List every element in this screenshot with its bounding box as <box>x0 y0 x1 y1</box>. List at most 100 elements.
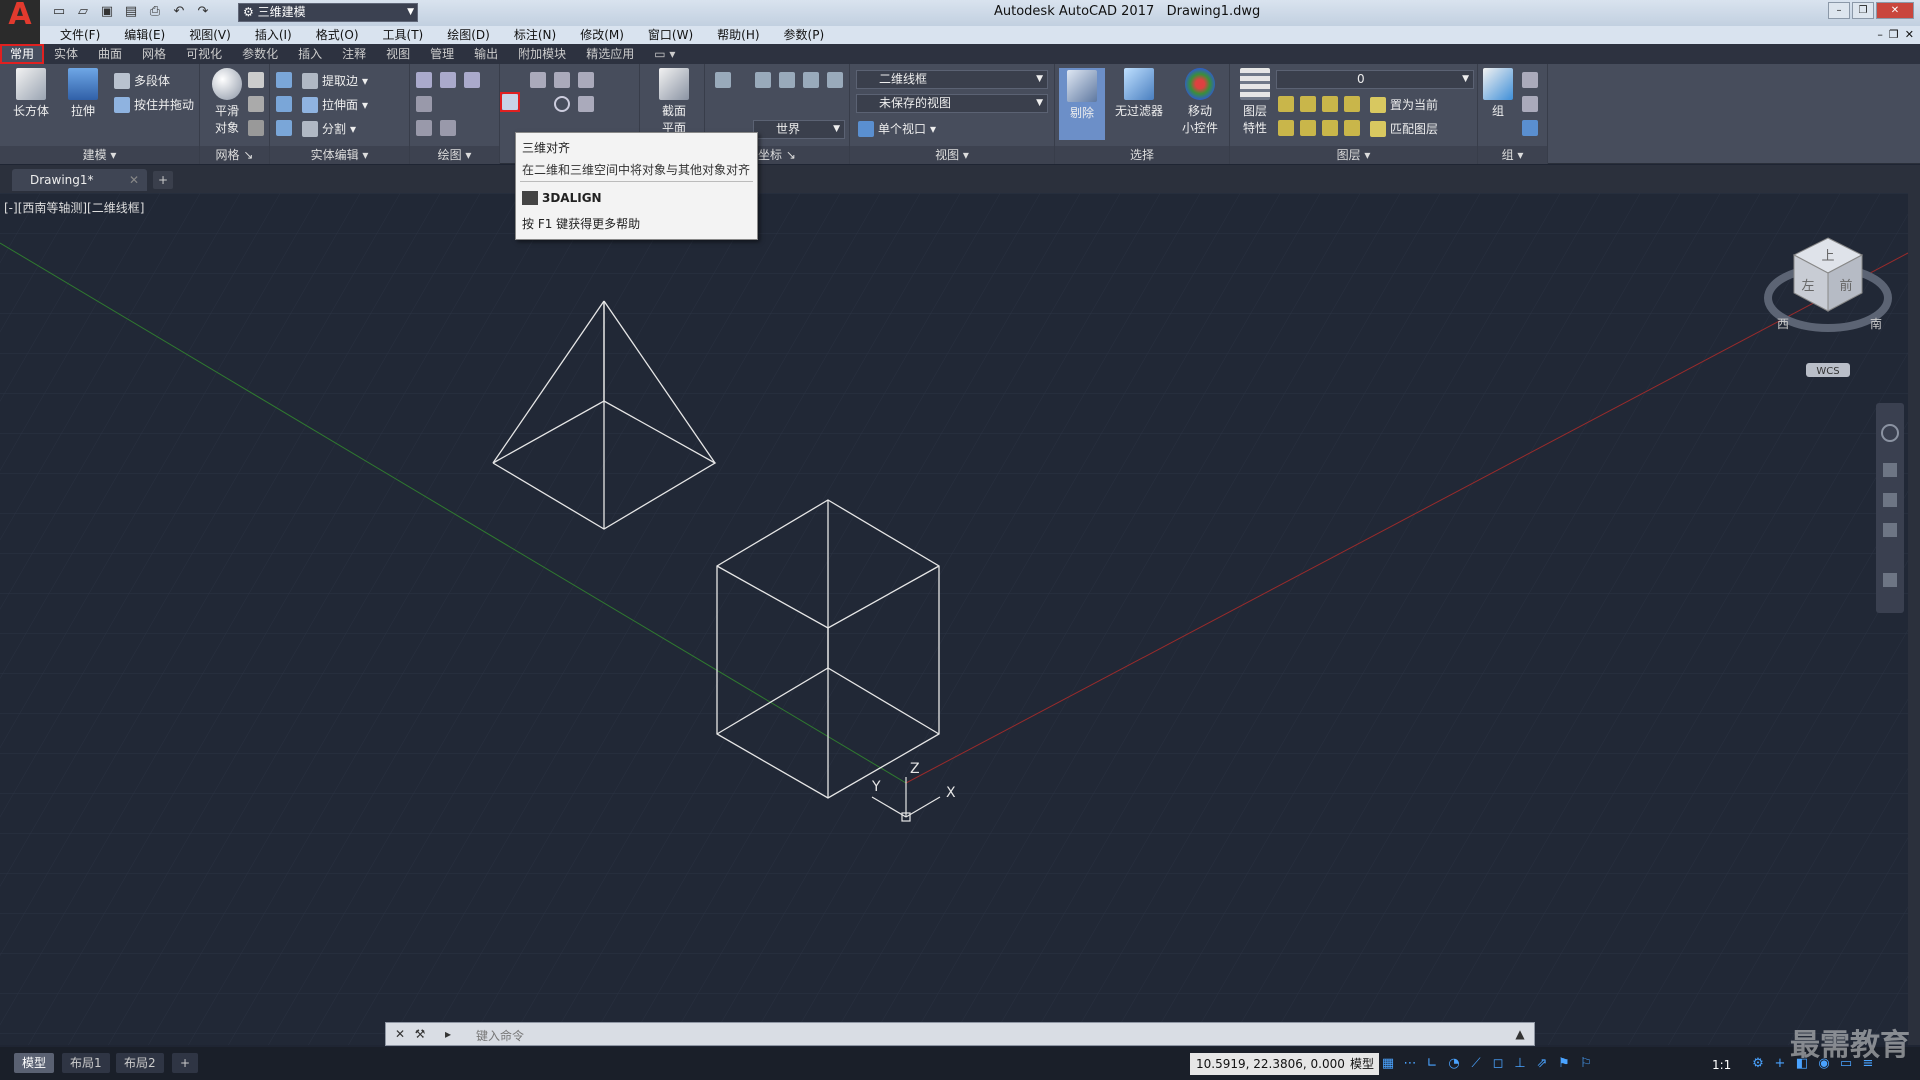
menu-insert[interactable]: 插入(I) <box>243 26 304 44</box>
layer-on-icon[interactable] <box>1278 120 1294 136</box>
grid-icon[interactable]: ▦ <box>1380 1056 1396 1072</box>
settings-icon[interactable]: ⚙ <box>1750 1056 1766 1072</box>
viewport-label[interactable]: [-][西南等轴测][二维线框] <box>4 199 144 216</box>
menu-draw[interactable]: 绘图(D) <box>435 26 502 44</box>
layer-unlock-icon[interactable] <box>1344 120 1360 136</box>
rectangle-tool[interactable] <box>440 120 456 136</box>
group-edit-button[interactable] <box>1522 96 1538 112</box>
polar-icon[interactable]: ◔ <box>1446 1056 1462 1072</box>
dynamic-ucs-icon[interactable]: ⇗ <box>1534 1056 1550 1072</box>
menu-window[interactable]: 窗口(W) <box>636 26 705 44</box>
match-layer-button[interactable]: 匹配图层 <box>1370 120 1438 137</box>
saved-view-select[interactable]: 未保存的视图 ▼ <box>856 94 1048 113</box>
coordinates-readout[interactable]: 10.5919, 22.3806, 0.0000 <box>1190 1053 1359 1075</box>
layer-unisolate-icon[interactable] <box>1300 120 1316 136</box>
drawing-viewport[interactable]: Z X Y 上 左 前 西 南 WCS [-][西南等轴测][二维线框] <box>0 193 1908 1045</box>
section-plane-button[interactable]: 截面 平面 <box>651 68 697 136</box>
tab-annotate[interactable]: 注释 <box>332 44 376 64</box>
intersect-button[interactable] <box>276 120 292 136</box>
group-select-button[interactable] <box>1522 120 1538 136</box>
tab-insert[interactable]: 插入 <box>288 44 332 64</box>
polysolid-button[interactable]: 多段体 <box>114 72 170 89</box>
wrench-icon[interactable]: ⚒ <box>412 1026 428 1042</box>
ribbon-options-icon[interactable]: ▭ ▾ <box>644 44 685 64</box>
layer-isolate-icon[interactable] <box>1300 96 1316 112</box>
menu-parametric[interactable]: 参数(P) <box>772 26 837 44</box>
autoscale-icon[interactable]: ⚐ <box>1578 1056 1594 1072</box>
panel-title-solid-editing[interactable]: 实体编辑 ▾ <box>270 146 409 164</box>
annotation-visibility-icon[interactable]: ⚑ <box>1556 1056 1572 1072</box>
close-button[interactable]: ✕ <box>1876 2 1914 19</box>
extrude-button[interactable]: 拉伸 <box>60 68 106 119</box>
panel-title-layers[interactable]: 图层 ▾ <box>1230 146 1477 164</box>
isometric-icon[interactable]: ⟋ <box>1468 1056 1484 1072</box>
panel-title-draw[interactable]: 绘图 ▾ <box>410 146 499 164</box>
menu-format[interactable]: 格式(O) <box>304 26 371 44</box>
tab-model[interactable]: 模型 <box>14 1053 55 1073</box>
presspull-button[interactable]: 按住并拖动 <box>114 96 194 113</box>
ungroup-button[interactable] <box>1522 72 1538 88</box>
document-tab[interactable]: Drawing1* ✕ <box>12 169 147 191</box>
model-space-toggle[interactable]: 模型 <box>1345 1053 1380 1075</box>
line-tool[interactable] <box>416 72 432 88</box>
box-button[interactable]: 长方体 <box>8 68 54 119</box>
save-icon[interactable]: ▣ <box>98 3 116 21</box>
new-file-icon[interactable]: ▭ <box>50 3 68 21</box>
close-tab-icon[interactable]: ✕ <box>129 169 139 191</box>
layer-freeze-icon[interactable] <box>1322 96 1338 112</box>
fillet-tool[interactable] <box>578 96 594 112</box>
3d-align-button[interactable] <box>500 92 520 112</box>
otrack-icon[interactable]: ⊥ <box>1512 1056 1528 1072</box>
ucs-tool-2[interactable] <box>755 72 771 88</box>
set-current-button[interactable]: 置为当前 <box>1370 96 1438 113</box>
menu-file[interactable]: 文件(F) <box>48 26 112 44</box>
panel-title-view[interactable]: 视图 ▾ <box>850 146 1054 164</box>
chevron-up-icon[interactable]: ▲ <box>1512 1026 1528 1042</box>
layer-off-icon[interactable] <box>1278 96 1294 112</box>
menu-help[interactable]: 帮助(H) <box>705 26 771 44</box>
move-tool[interactable] <box>530 72 546 88</box>
close-icon[interactable]: ✕ <box>392 1026 408 1042</box>
circle-tool[interactable] <box>554 96 570 112</box>
extrude-face-button[interactable]: 拉伸面 ▾ <box>302 96 368 113</box>
mirror-tool[interactable] <box>578 72 594 88</box>
tab-featured-apps[interactable]: 精选应用 <box>576 44 644 64</box>
separate-button[interactable]: 分割 ▾ <box>302 120 356 137</box>
tab-view[interactable]: 视图 <box>376 44 420 64</box>
command-line[interactable]: ✕ ⚒ ▸ 键入命令 ▲ <box>385 1022 1535 1046</box>
panel-title-modeling[interactable]: 建模 ▾ <box>0 146 199 164</box>
ucs-tool-3[interactable] <box>779 72 795 88</box>
print-icon[interactable]: ⎙ <box>146 3 164 21</box>
menu-view[interactable]: 视图(V) <box>177 26 243 44</box>
spline-tool[interactable] <box>416 96 432 112</box>
layer-select[interactable]: 0 ▼ <box>1276 70 1474 89</box>
tab-output[interactable]: 输出 <box>464 44 508 64</box>
ucs-world-select[interactable]: 世界 ▼ <box>753 120 845 139</box>
minimize-button[interactable]: – <box>1828 2 1850 19</box>
new-tab-button[interactable]: + <box>153 171 173 189</box>
move-gizmo-button[interactable]: 移动 小控件 <box>1173 68 1227 136</box>
workspace-select[interactable]: ⚙ 三维建模 ▼ <box>238 3 418 22</box>
vertical-scrollbar[interactable] <box>1908 193 1920 1045</box>
tab-home[interactable]: 常用 <box>0 44 45 64</box>
save-as-icon[interactable]: ▤ <box>122 3 140 21</box>
snap-icon[interactable]: ⋯ <box>1402 1056 1418 1072</box>
tab-visualize[interactable]: 可视化 <box>176 44 232 64</box>
restore-button[interactable]: ❐ <box>1852 2 1874 19</box>
navigation-bar[interactable] <box>1876 403 1904 613</box>
osnap-icon[interactable]: ◻ <box>1490 1056 1506 1072</box>
undo-icon[interactable]: ↶ <box>170 3 188 21</box>
ucs-tool-5[interactable] <box>827 72 843 88</box>
ucs-tool-1[interactable] <box>715 72 731 88</box>
smooth-object-button[interactable]: 平滑 对象 <box>204 68 250 136</box>
polyline-tool[interactable] <box>440 72 456 88</box>
annotation-scale[interactable]: 1:1 <box>1712 1058 1731 1072</box>
extract-edges-button[interactable]: 提取边 ▾ <box>302 72 368 89</box>
command-input[interactable]: 键入命令 <box>476 1027 524 1044</box>
tab-parametric[interactable]: 参数化 <box>232 44 288 64</box>
doc-close-icon[interactable]: ✕ <box>1905 26 1914 44</box>
tab-manage[interactable]: 管理 <box>420 44 464 64</box>
menu-tools[interactable]: 工具(T) <box>371 26 436 44</box>
tab-mesh[interactable]: 网格 <box>132 44 176 64</box>
menu-edit[interactable]: 编辑(E) <box>112 26 177 44</box>
